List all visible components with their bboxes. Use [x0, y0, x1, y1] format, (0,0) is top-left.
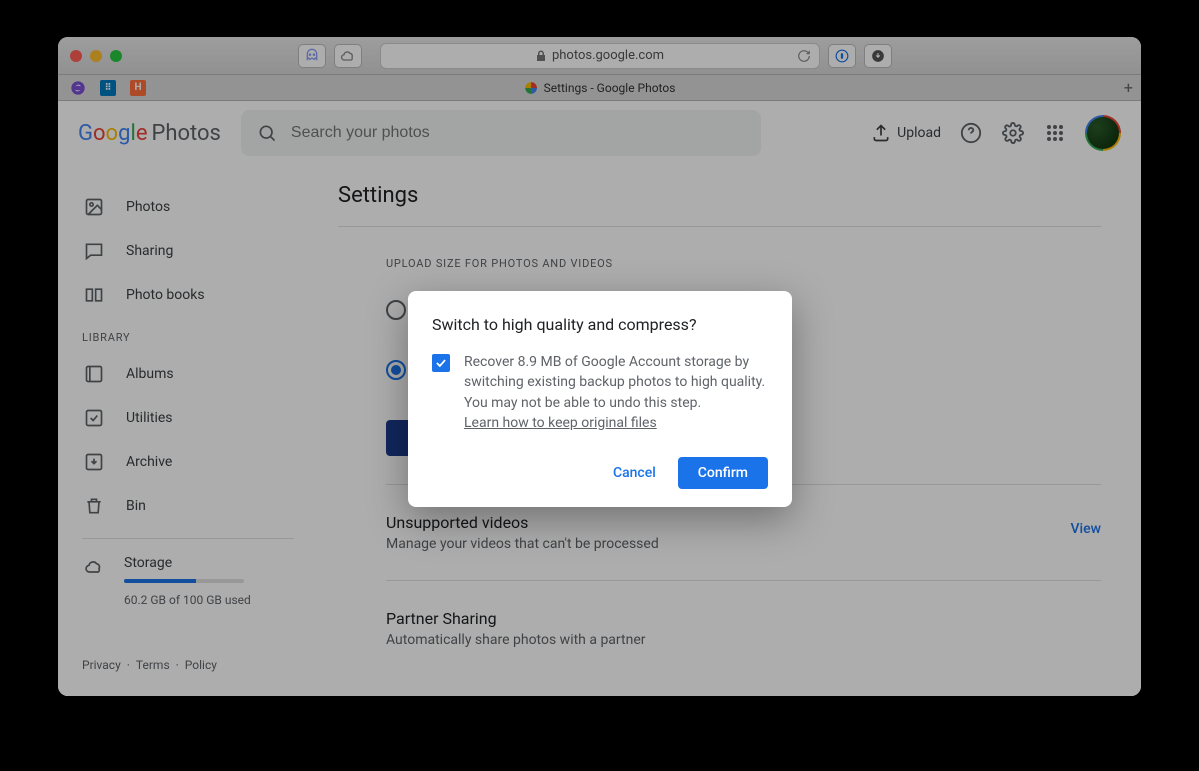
dialog-title: Switch to high quality and compress?: [432, 315, 768, 334]
confirm-button[interactable]: Confirm: [678, 457, 768, 489]
app-viewport: Google Photos Upload: [58, 101, 1141, 696]
dialog-body-text: Recover 8.9 MB of Google Account storage…: [464, 352, 768, 433]
learn-more-link[interactable]: Learn how to keep original files: [464, 415, 657, 431]
recover-storage-checkbox[interactable]: [432, 354, 450, 372]
checkmark-icon: [434, 356, 448, 370]
browser-window: photos.google.com ⠿ H: [58, 37, 1141, 696]
confirm-dialog: Switch to high quality and compress? Rec…: [408, 291, 792, 507]
cancel-button[interactable]: Cancel: [601, 457, 668, 489]
